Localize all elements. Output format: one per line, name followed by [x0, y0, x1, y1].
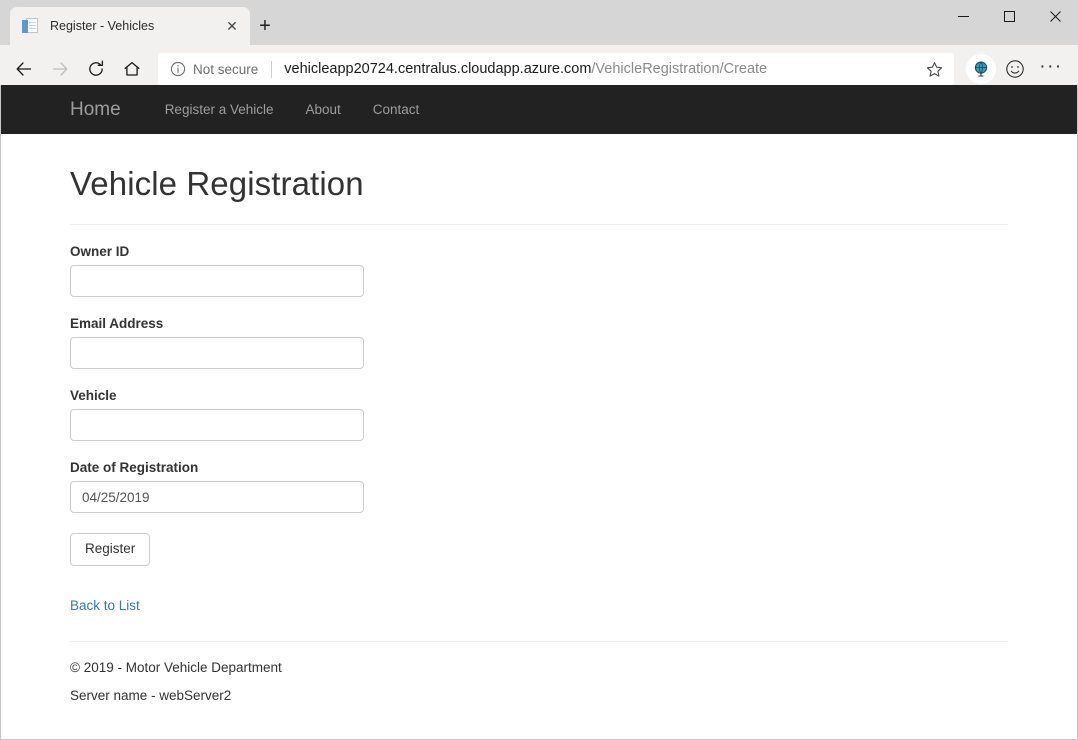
- tab-strip: Register - Vehicles ✕ +: [0, 0, 1078, 45]
- footer-divider: [70, 641, 1008, 643]
- minimize-icon[interactable]: [940, 0, 986, 33]
- label-email-address: Email Address: [70, 316, 164, 331]
- globe-extension-icon[interactable]: [966, 54, 996, 84]
- page-container: Vehicle Registration Owner ID Email Addr…: [1, 165, 1077, 703]
- owner-id-input[interactable]: [70, 265, 364, 297]
- register-button[interactable]: Register: [70, 533, 151, 567]
- email-address-input[interactable]: [70, 337, 364, 369]
- address-bar[interactable]: Not secure vehicleapp20724.centralus.clo…: [158, 53, 954, 85]
- label-owner-id: Owner ID: [70, 244, 130, 259]
- info-circle-icon: [170, 61, 186, 77]
- page-document-icon: [22, 17, 39, 35]
- security-status[interactable]: Not secure: [170, 61, 258, 77]
- new-tab-button[interactable]: +: [250, 11, 280, 41]
- form-group-email-address: Email Address: [70, 316, 1008, 369]
- window-controls: [940, 0, 1078, 33]
- browser-window: Register - Vehicles ✕ + Not secure vehic…: [0, 0, 1078, 740]
- security-label: Not secure: [193, 61, 259, 77]
- footer-copyright: © 2019 - Motor Vehicle Department: [70, 660, 282, 676]
- form-group-date-of-registration: Date of Registration: [70, 460, 1008, 513]
- page-viewport: Home Register a Vehicle About Contact Ve…: [0, 85, 1078, 740]
- site-navbar: Home Register a Vehicle About Contact: [1, 85, 1077, 134]
- maximize-icon[interactable]: [986, 0, 1032, 33]
- refresh-icon[interactable]: [78, 51, 114, 87]
- tab-title: Register - Vehicles: [50, 19, 155, 33]
- smiley-face-icon[interactable]: [998, 52, 1032, 86]
- date-of-registration-input[interactable]: [70, 481, 364, 513]
- page-title: Vehicle Registration: [70, 165, 364, 202]
- url-path: /VehicleRegistration/Create: [591, 61, 768, 77]
- form-group-owner-id: Owner ID: [70, 244, 1008, 297]
- omnibox-separator: [271, 60, 273, 78]
- title-divider: [70, 224, 1008, 225]
- label-vehicle: Vehicle: [70, 388, 117, 403]
- browser-tab[interactable]: Register - Vehicles ✕: [10, 7, 250, 45]
- home-icon[interactable]: [114, 51, 150, 87]
- forward-arrow-icon: [42, 51, 78, 87]
- vehicle-input[interactable]: [70, 409, 364, 441]
- settings-more-button[interactable]: ···: [1034, 52, 1068, 86]
- star-icon[interactable]: [920, 55, 948, 83]
- url-text: vehicleapp20724.centralus.cloudapp.azure…: [284, 61, 920, 77]
- back-to-list-link[interactable]: Back to List: [70, 598, 140, 613]
- form-group-vehicle: Vehicle: [70, 388, 1008, 441]
- nav-link-about[interactable]: About: [306, 102, 341, 117]
- nav-link-register-a-vehicle[interactable]: Register a Vehicle: [165, 102, 274, 117]
- vehicle-registration-form: Owner ID Email Address Vehicle Date of R…: [70, 244, 1008, 567]
- back-arrow-icon[interactable]: [6, 51, 42, 87]
- close-icon[interactable]: [1032, 0, 1078, 33]
- label-date-of-registration: Date of Registration: [70, 460, 199, 475]
- back-to-list-wrapper: Back to List: [70, 597, 1008, 615]
- footer-server-name: Server name - webServer2: [70, 688, 232, 704]
- url-host: vehicleapp20724.centralus.cloudapp.azure…: [284, 61, 592, 77]
- tab-close-icon[interactable]: ✕: [218, 12, 246, 40]
- settings-more-label: ···: [1039, 55, 1063, 77]
- navbar-brand-home[interactable]: Home: [70, 99, 121, 121]
- nav-link-contact[interactable]: Contact: [373, 102, 420, 117]
